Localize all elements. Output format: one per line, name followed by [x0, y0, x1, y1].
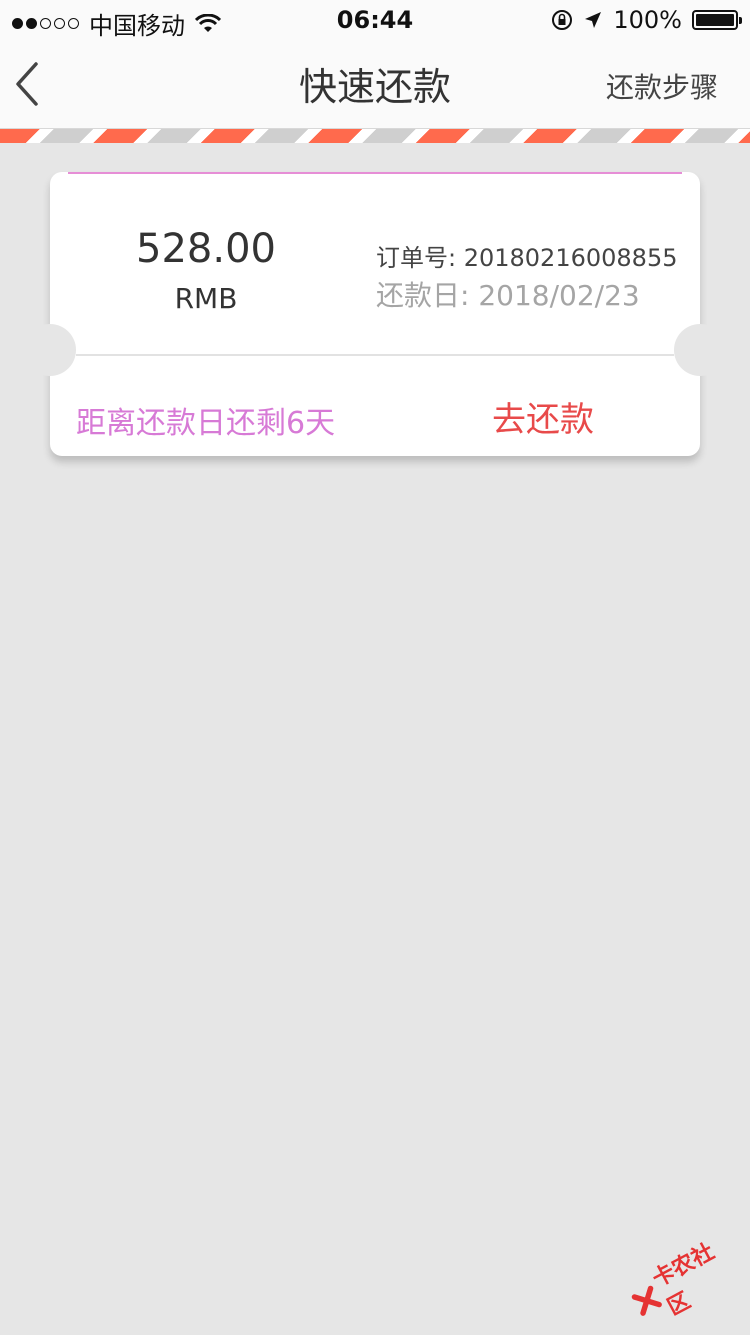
location-arrow-icon	[585, 12, 602, 28]
due-date: 还款日: 2018/02/23	[376, 279, 640, 312]
decorative-stripe	[0, 128, 750, 143]
watermark-logo: 卡农社区	[622, 1228, 746, 1333]
go-pay-button[interactable]: 去还款	[470, 392, 616, 441]
repayment-steps-link[interactable]: 还款步骤	[606, 66, 718, 106]
navigation-bar: 快速还款 还款步骤	[0, 40, 750, 128]
battery-icon	[692, 10, 742, 30]
card-notch-right	[674, 324, 726, 376]
currency-label: RMB	[174, 282, 238, 315]
repayment-card: 528.00 RMB 订单号: 20180216008855 还款日: 2018…	[24, 172, 726, 456]
days-remaining-text: 距离还款日还剩6天	[76, 406, 336, 441]
card-notch-left	[24, 324, 76, 376]
status-right-group: 100%	[551, 6, 742, 34]
repayment-amount: 528.00	[136, 226, 276, 272]
battery-percentage: 100%	[613, 6, 682, 34]
status-bar: 中国移动 06:44 100%	[0, 0, 750, 40]
order-number: 订单号: 20180216008855	[376, 244, 678, 272]
card-divider	[76, 354, 674, 356]
card-accent-line	[68, 172, 682, 174]
orientation-lock-icon	[552, 10, 573, 30]
